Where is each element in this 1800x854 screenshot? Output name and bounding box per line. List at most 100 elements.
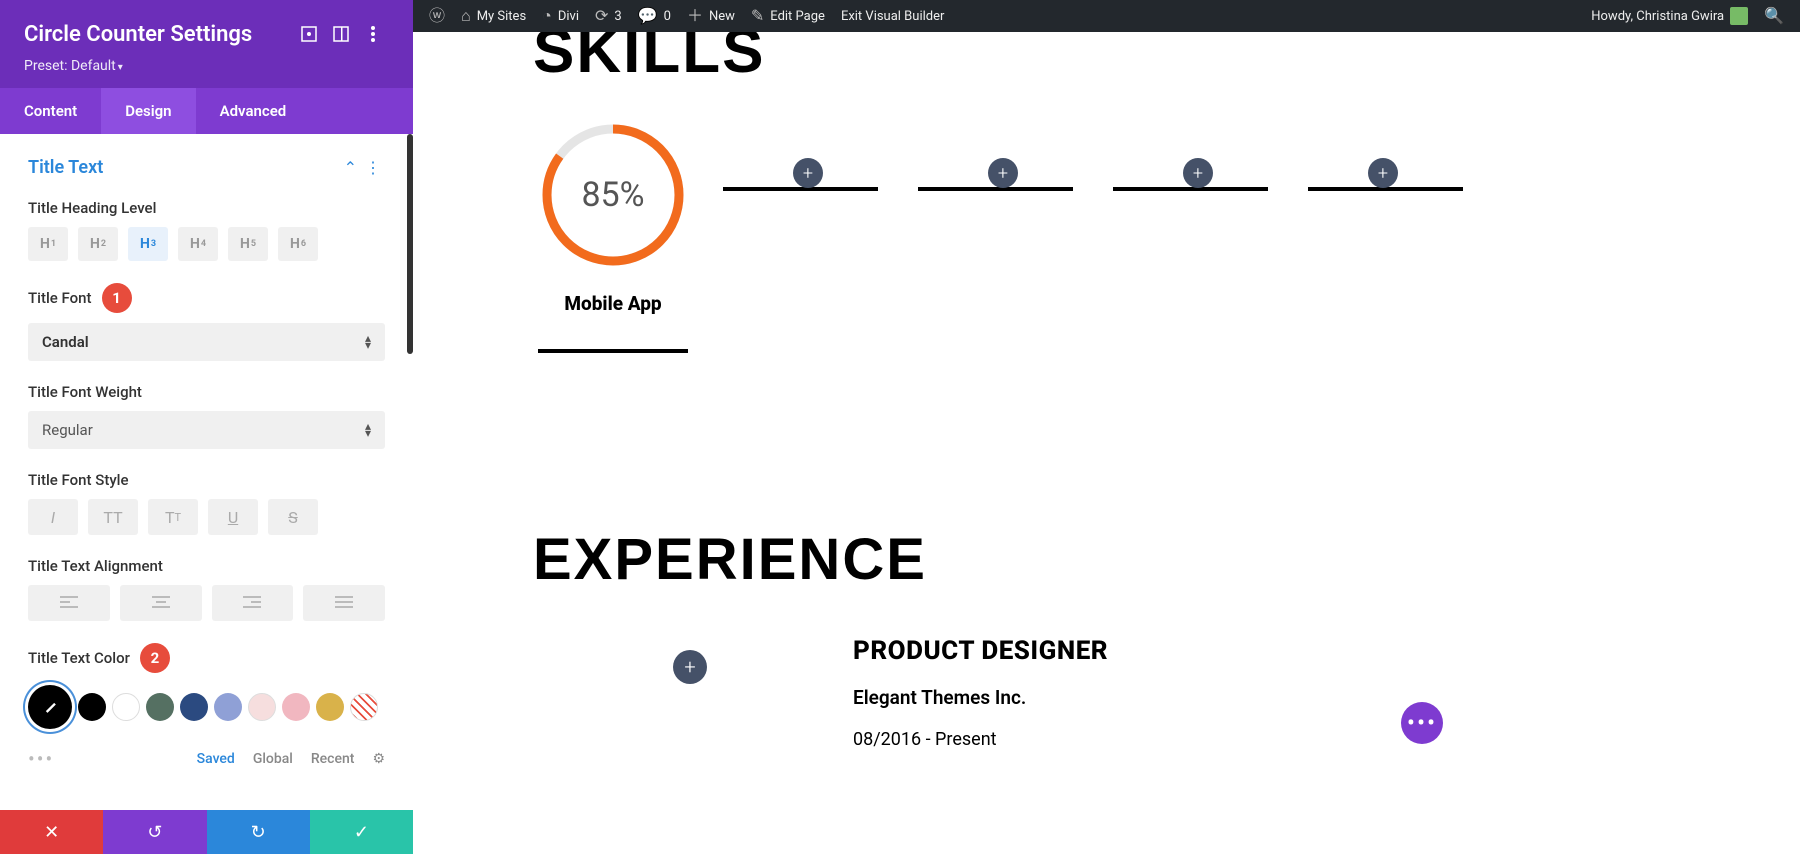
color-swatches: [28, 685, 385, 729]
add-module-button[interactable]: +: [1368, 158, 1398, 188]
panel-tabs: Content Design Advanced: [0, 88, 413, 134]
tab-design[interactable]: Design: [101, 88, 195, 134]
redo-button[interactable]: ↻: [207, 810, 310, 854]
wp-logo[interactable]: ⓦ: [421, 8, 453, 24]
comments-link[interactable]: 💬0: [630, 8, 679, 24]
circle-title: Mobile App: [528, 292, 698, 315]
add-module-button[interactable]: +: [793, 158, 823, 188]
title-font-label: Title Font: [28, 289, 92, 307]
search-icon: 🔍: [1764, 8, 1784, 24]
mysites-link[interactable]: ⌂ My Sites: [453, 8, 534, 24]
divider: [538, 349, 688, 353]
annotation-badge-1: 1: [102, 283, 132, 313]
gauge-icon: ◔: [542, 8, 552, 24]
gear-icon[interactable]: ⚙: [372, 751, 385, 767]
job-title: PRODUCT DESIGNER: [853, 636, 1108, 666]
more-colors-icon[interactable]: •••: [28, 747, 54, 771]
style-strike[interactable]: S: [268, 499, 318, 535]
heading-h2[interactable]: H2: [78, 227, 118, 261]
more-icon[interactable]: [357, 18, 389, 50]
swatch-navy[interactable]: [180, 693, 208, 721]
comments-count: 0: [664, 9, 671, 24]
snap-icon[interactable]: [325, 18, 357, 50]
new-label: New: [709, 9, 735, 24]
placeholder-bar: [1113, 187, 1268, 191]
panel-header: Circle Counter Settings Preset: Default▾: [0, 0, 413, 88]
swatch-none[interactable]: [350, 693, 378, 721]
search-toggle[interactable]: 🔍: [1756, 8, 1792, 24]
scrollbar-thumb[interactable]: [407, 134, 413, 354]
placeholder-bar: [918, 187, 1073, 191]
job-company: Elegant Themes Inc.: [853, 686, 1108, 709]
home-icon: ⌂: [461, 8, 471, 24]
tab-content[interactable]: Content: [0, 88, 101, 134]
add-module-button[interactable]: +: [1183, 158, 1213, 188]
job-block[interactable]: PRODUCT DESIGNER Elegant Themes Inc. 08/…: [853, 636, 1108, 750]
swatch-pink[interactable]: [282, 693, 310, 721]
howdy-link[interactable]: Howdy, Christina Gwira: [1583, 7, 1756, 25]
style-underline[interactable]: U: [208, 499, 258, 535]
mysites-label: My Sites: [477, 9, 526, 24]
preset-label: Preset: Default: [24, 58, 116, 74]
undo-button[interactable]: ↺: [103, 810, 206, 854]
placeholder-bar: [723, 187, 878, 191]
swatch-black[interactable]: [78, 693, 106, 721]
experience-heading: EXPERIENCE: [533, 526, 927, 593]
heading-h6[interactable]: H6: [278, 227, 318, 261]
exit-builder-label: Exit Visual Builder: [841, 9, 944, 24]
swatch-gold[interactable]: [316, 693, 344, 721]
job-dates: 08/2016 - Present: [853, 729, 1108, 750]
divi-link[interactable]: ◔ Divi: [534, 8, 587, 24]
edit-page-link[interactable]: ✎Edit Page: [743, 8, 833, 24]
preset-dropdown[interactable]: Preset: Default▾: [24, 58, 389, 74]
divi-label: Divi: [558, 9, 579, 24]
style-uppercase[interactable]: TT: [88, 499, 138, 535]
title-font-style-label: Title Font Style: [28, 471, 385, 489]
title-font-select[interactable]: Candal ▴▾: [28, 323, 385, 361]
save-button[interactable]: ✓: [310, 810, 413, 854]
heading-level-label: Title Heading Level: [28, 199, 385, 217]
panel-body: Title Text ⌃ ⋮ Title Heading Level H1 H2…: [0, 134, 413, 810]
color-picker-button[interactable]: [28, 685, 72, 729]
skills-heading: SKILLS: [533, 32, 765, 87]
chevron-up-icon[interactable]: ⌃: [340, 154, 361, 181]
color-tab-global[interactable]: Global: [253, 751, 293, 767]
howdy-label: Howdy, Christina Gwira: [1591, 9, 1724, 24]
heading-h4[interactable]: H4: [178, 227, 218, 261]
updates-count: 3: [614, 9, 621, 24]
builder-fab[interactable]: •••: [1401, 702, 1443, 744]
swatch-lavender[interactable]: [214, 693, 242, 721]
module-settings-panel: Circle Counter Settings Preset: Default▾…: [0, 0, 413, 854]
cancel-button[interactable]: ✕: [0, 810, 103, 854]
updates-link[interactable]: ⟳3: [587, 8, 630, 24]
avatar: [1730, 7, 1748, 25]
tab-advanced[interactable]: Advanced: [196, 88, 311, 134]
annotation-badge-2: 2: [140, 643, 170, 673]
style-smallcaps[interactable]: TT: [148, 499, 198, 535]
exit-builder-link[interactable]: Exit Visual Builder: [833, 9, 952, 24]
swatch-white[interactable]: [112, 693, 140, 721]
pencil-icon: ✎: [751, 8, 764, 24]
heading-h5[interactable]: H5: [228, 227, 268, 261]
color-tab-recent[interactable]: Recent: [311, 751, 355, 767]
title-align-label: Title Text Alignment: [28, 557, 385, 575]
align-left[interactable]: [28, 585, 110, 621]
heading-level-buttons: H1 H2 H3 H4 H5 H6: [28, 227, 385, 261]
style-italic[interactable]: I: [28, 499, 78, 535]
expand-icon[interactable]: [293, 18, 325, 50]
heading-h3[interactable]: H3: [128, 227, 168, 261]
align-center[interactable]: [120, 585, 202, 621]
align-right[interactable]: [212, 585, 294, 621]
section-title[interactable]: Title Text: [28, 157, 340, 178]
swatch-green[interactable]: [146, 693, 174, 721]
circle-counter-module[interactable]: 85% Mobile App: [528, 120, 698, 353]
new-link[interactable]: ＋New: [679, 8, 743, 24]
color-tab-saved[interactable]: Saved: [197, 751, 235, 767]
title-font-weight-select[interactable]: Regular ▴▾: [28, 411, 385, 449]
add-module-button[interactable]: +: [673, 650, 707, 684]
heading-h1[interactable]: H1: [28, 227, 68, 261]
add-module-button[interactable]: +: [988, 158, 1018, 188]
align-justify[interactable]: [303, 585, 385, 621]
swatch-blush[interactable]: [248, 693, 276, 721]
section-more-icon[interactable]: ⋮: [361, 154, 385, 181]
